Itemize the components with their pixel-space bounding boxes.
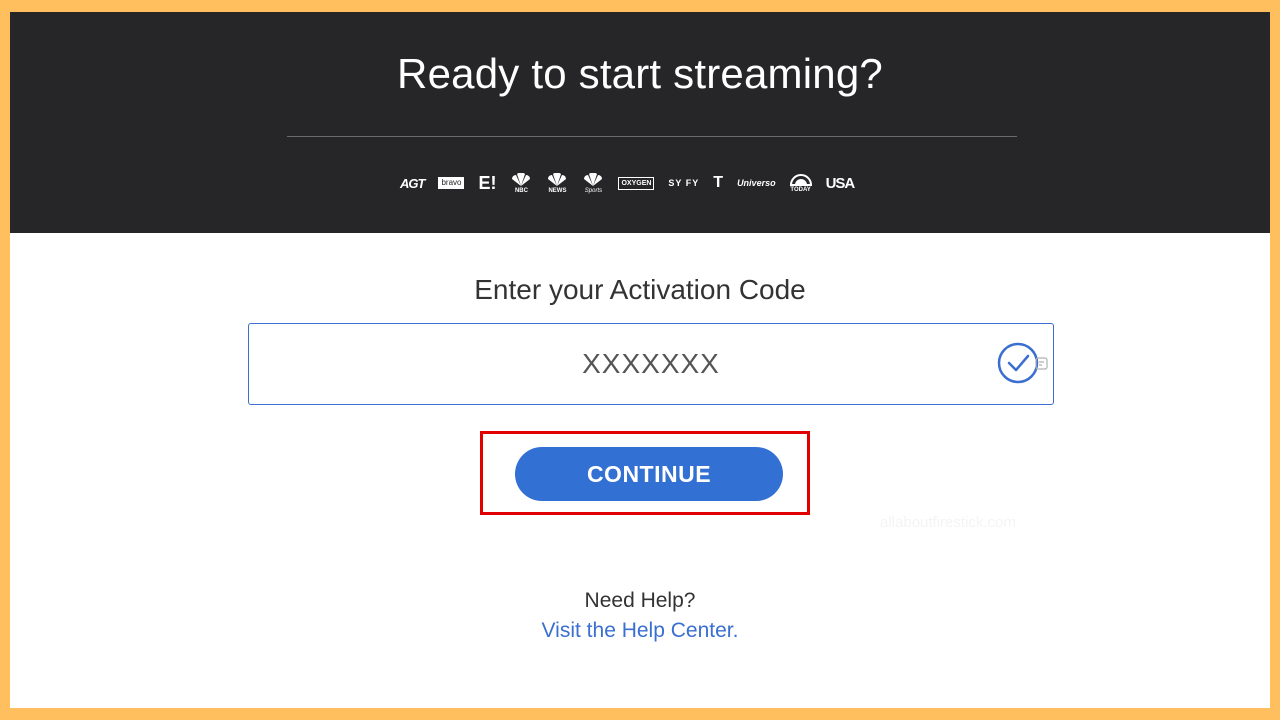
oxygen-logo: OXYGEN <box>618 176 655 190</box>
nbc-sports-logo: Sports <box>582 172 604 194</box>
watermark: allaboutfirestick.com <box>880 514 1016 531</box>
activation-code-field <box>248 323 1054 405</box>
nbc-logo: NBC <box>510 172 532 194</box>
need-help-text: Need Help? <box>584 589 696 612</box>
e-logo: E! <box>478 173 497 193</box>
bravo-logo: bravo <box>438 177 465 189</box>
activation-code-label: Enter your Activation Code <box>474 274 806 305</box>
sunrise-icon <box>789 174 812 186</box>
help-center-link[interactable]: Visit the Help Center. <box>10 619 1270 643</box>
peacock-icon <box>512 172 531 186</box>
hero-divider <box>287 136 1017 137</box>
universo-logo: Universo <box>737 177 776 188</box>
telemundo-logo: T <box>713 174 724 191</box>
nbc-news-logo: NEWS <box>546 172 568 194</box>
page-frame: Ready to start streaming? AGT bravo E! N… <box>10 12 1270 708</box>
check-circle-icon <box>997 342 1039 384</box>
password-manager-icon[interactable] <box>1035 357 1049 371</box>
usa-logo: USA <box>825 174 856 192</box>
peacock-icon <box>584 172 603 186</box>
continue-button[interactable]: CONTINUE <box>515 447 783 501</box>
syfy-logo: SY FY <box>668 177 700 188</box>
today-logo: TODAY <box>789 173 812 193</box>
peacock-icon <box>548 172 567 186</box>
hero-banner: Ready to start streaming? AGT bravo E! N… <box>10 12 1270 233</box>
hero-title: Ready to start streaming? <box>397 50 883 97</box>
network-logos: AGT bravo E! NBC NEWS Sports OXYGEN SY F… <box>400 168 856 198</box>
activation-code-input[interactable] <box>249 324 1053 404</box>
agt-logo: AGT <box>400 175 425 191</box>
